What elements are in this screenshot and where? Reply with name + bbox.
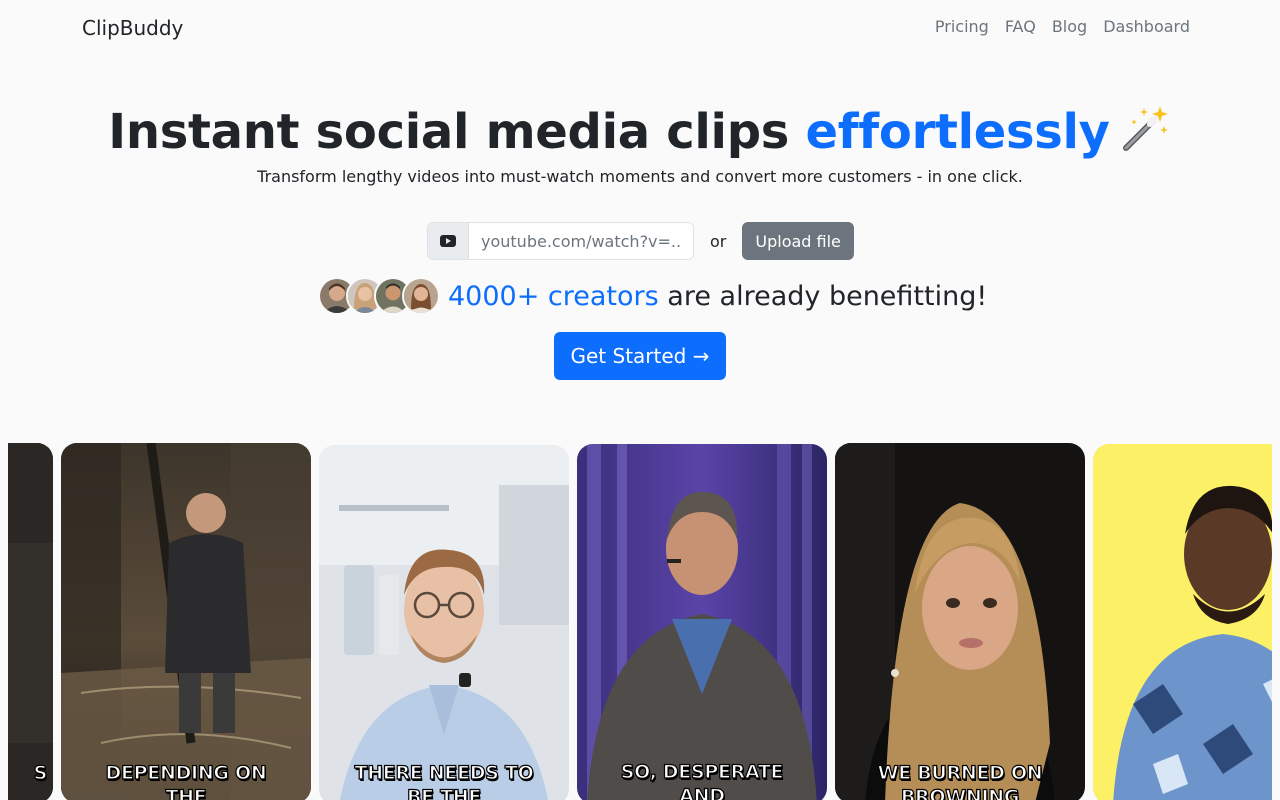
hero-title-main: Instant social media clips: [108, 104, 806, 160]
social-proof-text: 4000+ creators are already benefitting!: [448, 281, 987, 312]
upload-file-button[interactable]: Upload file: [742, 222, 854, 260]
clip-caption: S: [33, 761, 48, 784]
video-input-row: or Upload file: [427, 222, 854, 260]
clip-card[interactable]: S: [8, 443, 53, 800]
clip-card[interactable]: THERE NEEDS TO BE THE: [319, 445, 569, 800]
clip-caption: THERE NEEDS TO: [354, 761, 534, 784]
creator-count: 4000+ creators: [448, 280, 659, 312]
nav-link-dashboard[interactable]: Dashboard: [1103, 17, 1190, 36]
clip-caption: SO, DESPERATE: [620, 760, 784, 783]
youtube-url-input[interactable]: [469, 223, 693, 259]
avatar: [402, 277, 440, 315]
clip-caption: DEPENDING ON: [105, 761, 267, 784]
clip-card[interactable]: SO, DESPERATE AND: [577, 444, 827, 800]
creator-avatars: [318, 277, 440, 315]
social-proof-rest: are already benefitting!: [658, 280, 988, 312]
nav-links: Pricing FAQ Blog Dashboard: [935, 17, 1190, 36]
clip-card[interactable]: [1093, 444, 1272, 800]
brand-logo[interactable]: ClipBuddy: [82, 16, 183, 40]
nav-link-pricing[interactable]: Pricing: [935, 17, 989, 36]
clip-caption-line2: BROWNING: [900, 785, 1020, 800]
hero-title-accent: effortlessly: [805, 104, 1110, 160]
clip-carousel: S DEPENDING ON THE THERE NEEDS TO BE THE…: [8, 443, 1272, 800]
clip-caption-line2: THE: [165, 785, 207, 800]
magic-wand-icon: [1120, 102, 1172, 154]
clip-caption-line2: BE THE: [406, 785, 482, 800]
navbar: ClipBuddy Pricing FAQ Blog Dashboard: [0, 0, 1280, 56]
clip-card[interactable]: DEPENDING ON THE: [61, 443, 311, 800]
nav-link-blog[interactable]: Blog: [1052, 17, 1087, 36]
nav-link-faq[interactable]: FAQ: [1005, 17, 1036, 36]
clip-caption-line2: AND: [679, 784, 726, 800]
or-label: or: [710, 231, 727, 251]
hero-title: Instant social media clips effortlessly: [0, 102, 1280, 160]
clip-card[interactable]: WE BURNED ON BROWNING: [835, 443, 1085, 800]
clip-caption: WE BURNED ON: [877, 761, 1043, 784]
youtube-url-group: [427, 222, 694, 260]
social-proof: 4000+ creators are already benefitting!: [318, 277, 987, 315]
hero-subtitle: Transform lengthy videos into must-watch…: [257, 167, 1023, 186]
youtube-icon: [428, 223, 469, 259]
get-started-button[interactable]: Get Started →: [554, 332, 726, 380]
